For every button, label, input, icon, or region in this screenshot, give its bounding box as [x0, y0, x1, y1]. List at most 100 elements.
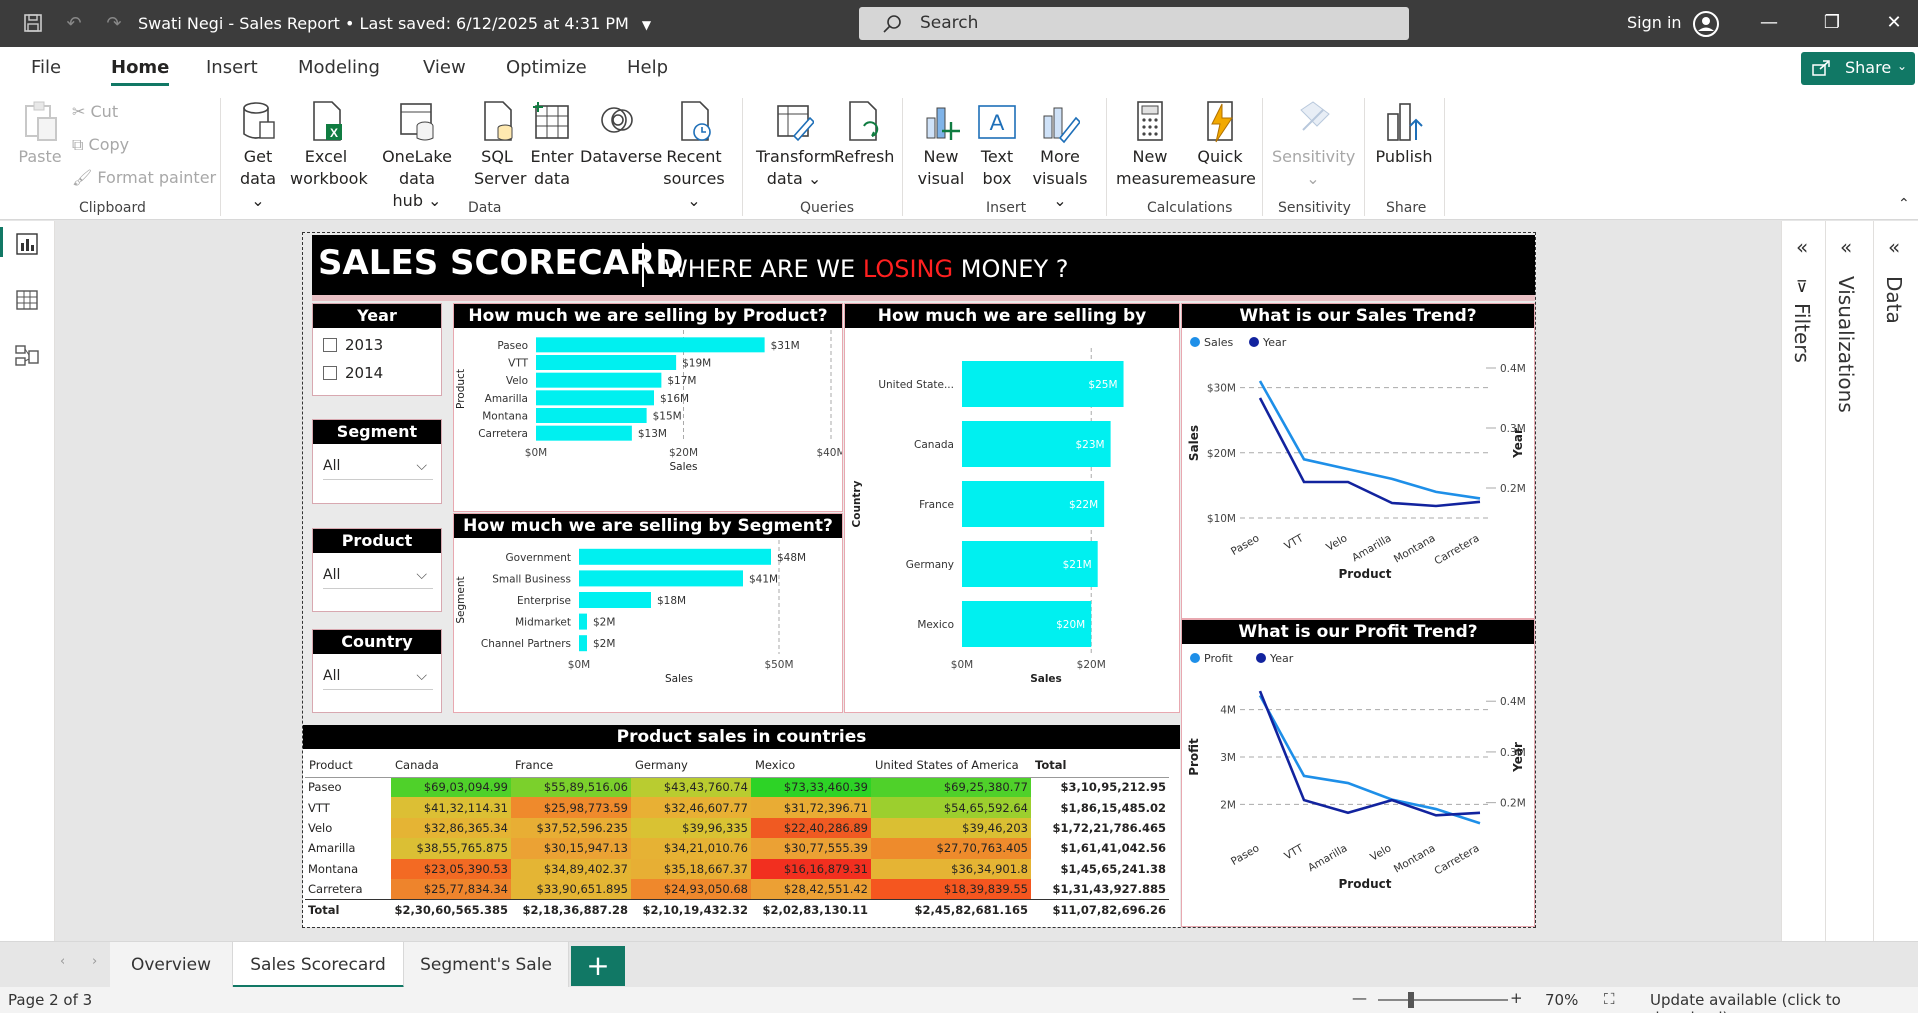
report-view-icon[interactable] — [14, 231, 40, 257]
account-icon[interactable] — [1692, 10, 1720, 42]
prev-page-icon[interactable]: ‹ — [60, 954, 65, 969]
tab-modeling[interactable]: Modeling — [298, 57, 380, 78]
x-tick-label: VTT — [1282, 532, 1306, 553]
page-tab-sales-scorecard[interactable]: Sales Scorecard — [233, 942, 404, 988]
column-header[interactable]: Total — [1031, 753, 1169, 778]
add-page-button[interactable]: + — [571, 946, 625, 986]
y-tick-label: 2M — [1220, 799, 1236, 811]
table-row: Paseo $69,03,094.99 $55,89,516.06 $43,43,76… — [305, 777, 1169, 798]
format-painter-button[interactable]: 🖌 Format painter — [72, 168, 216, 187]
redo-icon[interactable]: ↷ — [102, 12, 126, 36]
zoom-slider-thumb[interactable] — [1408, 992, 1414, 1008]
expand-filters-icon[interactable]: « — [1796, 235, 1808, 259]
group-label-data: Data — [468, 200, 502, 216]
column-header[interactable]: Germany — [631, 753, 751, 778]
more-visuals-button[interactable]: More visuals ⌄ — [1028, 100, 1092, 212]
column-header[interactable]: Canada — [391, 753, 511, 778]
year-option-2014[interactable]: 2014 — [323, 364, 383, 382]
share-button[interactable]: Share ⌄ — [1801, 52, 1915, 85]
total-cell: $2,10,19,432.32 — [631, 898, 751, 920]
country-dropdown[interactable]: All ⌵ — [323, 662, 433, 690]
cut-button[interactable]: ✂ Cut — [72, 102, 118, 121]
checkbox[interactable] — [323, 338, 337, 352]
table-cell: $28,42,551.42 — [751, 878, 871, 900]
enter-data-button[interactable]: Enter data — [528, 100, 576, 190]
visualizations-pane[interactable]: « Visualizations — [1825, 221, 1873, 941]
paste-button[interactable]: Paste — [18, 100, 62, 168]
zoom-in-button[interactable]: + — [1510, 989, 1523, 1007]
collapse-ribbon-icon[interactable]: ⌃ — [1898, 196, 1910, 212]
active-view-indicator — [0, 227, 3, 257]
total-cell: $2,30,60,565.385 — [391, 898, 511, 920]
zoom-out-button[interactable]: — — [1352, 989, 1367, 1007]
column-header[interactable]: Product — [305, 753, 391, 778]
segment-slicer[interactable]: Segment All ⌵ — [312, 419, 442, 504]
next-page-icon[interactable]: › — [92, 954, 97, 969]
text-box-button[interactable]: A Text box — [972, 100, 1022, 190]
row-total: $1,31,43,927.885 — [1031, 878, 1169, 900]
country-bar-chart[interactable]: How much we are selling by Country? $0M $… — [844, 303, 1180, 713]
close-button[interactable]: ✕ — [1874, 8, 1914, 38]
year-slicer[interactable]: Year 2013 2014 — [312, 303, 442, 396]
get-data-button[interactable]: Get data ⌄ — [232, 100, 284, 212]
checkbox[interactable] — [323, 366, 337, 380]
total-cell: $2,02,83,130.11 — [751, 898, 871, 920]
expand-visualizations-icon[interactable]: « — [1840, 235, 1852, 259]
page-tab-segments-sale[interactable]: Segment's Sale — [404, 942, 569, 988]
product-country-matrix[interactable]: Product sales in countries Product Canada… — [303, 725, 1180, 927]
minimize-button[interactable]: — — [1749, 8, 1789, 38]
page-tab-overview[interactable]: Overview — [110, 942, 233, 988]
year-option-2013[interactable]: 2013 — [323, 336, 383, 354]
onelake-data-hub-button[interactable]: OneLake data hub ⌄ — [366, 100, 468, 212]
data-label: $20M — [1056, 619, 1085, 631]
country-slicer[interactable]: Country All ⌵ — [312, 629, 442, 713]
new-measure-button[interactable]: New measure — [1116, 100, 1186, 190]
sql-server-button[interactable]: SQL Server — [474, 100, 526, 190]
tab-view[interactable]: View — [423, 57, 466, 78]
search-input[interactable]: Search — [859, 7, 1409, 40]
column-header[interactable]: Mexico — [751, 753, 871, 778]
expand-data-icon[interactable]: « — [1888, 235, 1900, 259]
document-title[interactable]: Swati Negi - Sales Report • Last saved: … — [138, 14, 651, 33]
x-tick-label: Paseo — [1229, 842, 1262, 868]
model-view-icon[interactable] — [14, 343, 40, 369]
excel-workbook-button[interactable]: X Excel workbook — [290, 100, 368, 190]
tab-help[interactable]: Help — [627, 57, 668, 78]
data-pane[interactable]: « Data — [1873, 221, 1918, 941]
save-icon[interactable] — [21, 12, 45, 36]
tab-insert[interactable]: Insert — [206, 57, 258, 78]
tab-optimize[interactable]: Optimize — [506, 57, 587, 78]
update-notice[interactable]: Update available (click to download) — [1650, 991, 1918, 1013]
tab-file[interactable]: File — [31, 57, 61, 78]
sign-in-button[interactable]: Sign in — [1627, 13, 1682, 32]
publish-button[interactable]: Publish — [1374, 100, 1434, 168]
quick-measure-button[interactable]: Quick measure — [1186, 100, 1256, 190]
product-bar-chart[interactable]: How much we are selling by Product? $0M $… — [453, 303, 843, 512]
product-dropdown[interactable]: All ⌵ — [323, 561, 433, 589]
chevron-down-icon[interactable]: ▼ — [642, 18, 651, 32]
refresh-button[interactable]: Refresh — [834, 100, 894, 168]
recent-sources-button[interactable]: Recent sources ⌄ — [658, 100, 730, 212]
segment-dropdown[interactable]: All ⌵ — [323, 452, 433, 480]
copy-button[interactable]: ⧉ Copy — [72, 135, 129, 155]
calculator-icon — [1137, 101, 1163, 141]
sales-trend-chart[interactable]: What is our Sales Trend? Sales Year $10M $2… — [1181, 303, 1535, 619]
tab-home[interactable]: Home — [111, 57, 170, 86]
column-header[interactable]: United States of America — [871, 753, 1031, 778]
product-slicer[interactable]: Product All ⌵ — [312, 528, 442, 612]
column-header[interactable]: France — [511, 753, 631, 778]
dataverse-button[interactable]: Dataverse — [580, 100, 662, 168]
undo-icon[interactable]: ↶ — [62, 12, 86, 36]
transform-data-button[interactable]: Transform data ⌄ — [756, 100, 836, 190]
x-axis-title: Sales — [665, 673, 693, 685]
zoom-slider[interactable] — [1378, 999, 1508, 1001]
profit-trend-chart[interactable]: What is our Profit Trend? Profit Year 2M 3M… — [1181, 619, 1535, 927]
fit-to-page-icon[interactable]: ⛶ — [1604, 990, 1615, 1008]
sensitivity-button[interactable]: Sensitivity ⌄ — [1272, 100, 1355, 190]
segment-bar-chart[interactable]: How much we are selling by Segment? $0M $… — [453, 513, 843, 713]
new-visual-button[interactable]: New visual — [916, 100, 966, 190]
restore-button[interactable]: ❐ — [1812, 8, 1852, 38]
filters-pane[interactable]: « ⊽ Filters — [1781, 221, 1825, 941]
table-view-icon[interactable] — [14, 287, 40, 313]
y-tick-label: Enterprise — [517, 595, 571, 607]
